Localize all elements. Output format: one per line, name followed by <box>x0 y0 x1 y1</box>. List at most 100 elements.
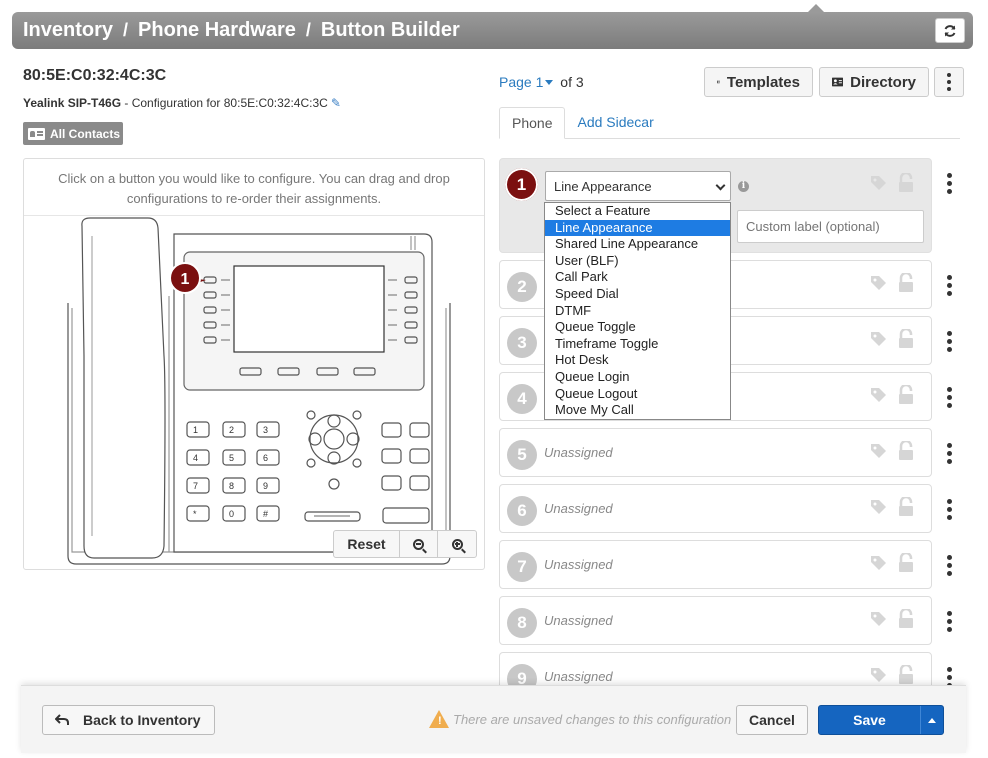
zoom-out-button[interactable] <box>400 531 438 557</box>
breadcrumb-separator: / <box>305 20 311 40</box>
keypad-key[interactable]: 5 <box>229 453 234 463</box>
page-selector[interactable]: Page 1 <box>499 74 556 90</box>
tag-icon[interactable] <box>870 611 887 628</box>
action-footer: Back to Inventory ! There are unsaved ch… <box>21 685 966 753</box>
keypad-key[interactable]: 4 <box>193 453 198 463</box>
keypad-key[interactable]: 6 <box>263 453 268 463</box>
feature-option[interactable]: Move My Call <box>545 402 730 419</box>
kebab-icon <box>947 73 951 91</box>
cancel-button[interactable]: Cancel <box>736 705 808 735</box>
directory-label: Directory <box>850 73 916 91</box>
keypad-key[interactable]: 0 <box>229 509 234 519</box>
tab-phone[interactable]: Phone <box>499 107 566 139</box>
feature-option[interactable]: Speed Dial <box>545 286 730 303</box>
templates-button[interactable]: Templates <box>704 67 813 97</box>
slot-kebab-icon[interactable] <box>947 667 952 685</box>
slot-row[interactable]: 5 Unassigned <box>499 428 952 477</box>
save-options-button[interactable] <box>921 706 943 734</box>
tag-icon[interactable] <box>870 667 887 684</box>
slot-number-badge: 2 <box>507 272 537 302</box>
slot-kebab-icon[interactable] <box>947 499 952 520</box>
unlock-icon[interactable] <box>898 441 914 461</box>
tag-icon[interactable] <box>870 555 887 572</box>
keypad-key[interactable]: 3 <box>263 425 268 435</box>
back-arrow-icon <box>55 714 69 725</box>
slot-row[interactable]: 8 Unassigned <box>499 596 952 645</box>
custom-label-input[interactable] <box>737 210 924 243</box>
unlock-icon[interactable] <box>898 609 914 629</box>
tag-icon[interactable] <box>870 331 887 348</box>
keypad-key[interactable]: 1 <box>193 425 198 435</box>
refresh-button[interactable] <box>935 18 965 43</box>
slot-number-badge: 5 <box>507 440 537 470</box>
slot-status: Unassigned <box>544 669 613 684</box>
feature-dropdown-list: Select a Feature Line Appearance Shared … <box>544 202 731 420</box>
slot-kebab-icon[interactable] <box>947 275 952 296</box>
chevron-down-icon <box>715 180 726 191</box>
phone-instructions: Click on a button you would like to conf… <box>24 159 484 216</box>
keypad-key[interactable]: 9 <box>263 481 268 491</box>
feature-option[interactable]: Queue Login <box>545 369 730 386</box>
keypad-key[interactable]: * <box>193 509 197 519</box>
feature-option[interactable]: Queue Logout <box>545 386 730 403</box>
zoom-in-button[interactable] <box>438 531 476 557</box>
slot-number-badge: 9 <box>507 664 537 685</box>
templates-label: Templates <box>726 73 800 91</box>
slot-number-badge: 8 <box>507 608 537 638</box>
keypad-key[interactable]: 7 <box>193 481 198 491</box>
slot-kebab-icon[interactable] <box>947 443 952 464</box>
phone-preview-panel: Click on a button you would like to conf… <box>23 158 485 570</box>
unlock-icon[interactable] <box>898 665 914 685</box>
tab-bar: Phone Add Sidecar <box>499 107 960 139</box>
keypad-key[interactable]: 8 <box>229 481 234 491</box>
unlock-icon[interactable] <box>898 173 914 193</box>
unlock-icon[interactable] <box>898 553 914 573</box>
feature-option[interactable]: Queue Toggle <box>545 319 730 336</box>
feature-option[interactable]: Select a Feature <box>545 203 730 220</box>
device-model-line: Yealink SIP-T46G - Configuration for 80:… <box>23 96 341 110</box>
breadcrumb-inventory[interactable]: Inventory <box>23 19 113 42</box>
more-options-button[interactable] <box>934 67 964 97</box>
tag-icon[interactable] <box>870 175 887 192</box>
feature-option[interactable]: Call Park <box>545 269 730 286</box>
unlock-icon[interactable] <box>898 329 914 349</box>
info-icon[interactable]: i <box>738 181 749 192</box>
tag-icon[interactable] <box>870 387 887 404</box>
feature-option[interactable]: User (BLF) <box>545 253 730 270</box>
slot-row[interactable]: 7 Unassigned <box>499 540 952 589</box>
unlock-icon[interactable] <box>898 385 914 405</box>
feature-option[interactable]: Shared Line Appearance <box>545 236 730 253</box>
slot-kebab-icon[interactable] <box>947 331 952 352</box>
breadcrumb-button-builder: Button Builder <box>320 19 460 41</box>
slot-kebab-icon[interactable] <box>947 611 952 632</box>
breadcrumb-phone-hardware[interactable]: Phone Hardware <box>138 19 296 42</box>
device-config-text: - Configuration for 80:5E:C0:32:4C:3C <box>121 96 328 110</box>
feature-select[interactable]: Line Appearance <box>545 171 731 201</box>
slot-row[interactable]: 9 Unassigned <box>499 652 952 685</box>
unlock-icon[interactable] <box>898 497 914 517</box>
slot-kebab-icon[interactable] <box>947 173 952 194</box>
directory-button[interactable]: Directory <box>819 67 929 97</box>
feature-option[interactable]: Timeframe Toggle <box>545 336 730 353</box>
all-contacts-button[interactable]: All Contacts <box>23 122 123 145</box>
slot-kebab-icon[interactable] <box>947 387 952 408</box>
tag-icon[interactable] <box>870 499 887 516</box>
feature-option-selected[interactable]: Line Appearance <box>545 219 730 237</box>
back-to-inventory-button[interactable]: Back to Inventory <box>42 705 215 735</box>
feature-option[interactable]: DTMF <box>545 303 730 320</box>
contact-card-icon <box>832 77 844 87</box>
reset-button[interactable]: Reset <box>334 531 400 557</box>
pencil-icon[interactable]: ✎ <box>331 96 341 110</box>
slot-row[interactable]: 6 Unassigned <box>499 484 952 533</box>
feature-option[interactable]: Hot Desk <box>545 352 730 369</box>
tag-icon[interactable] <box>870 275 887 292</box>
keypad-key[interactable]: 2 <box>229 425 234 435</box>
device-model: Yealink SIP-T46G <box>23 96 122 110</box>
slot-kebab-icon[interactable] <box>947 555 952 576</box>
unlock-icon[interactable] <box>898 273 914 293</box>
keypad-key[interactable]: # <box>263 509 268 519</box>
tab-add-sidecar[interactable]: Add Sidecar <box>565 107 665 139</box>
zoom-out-icon <box>413 538 424 550</box>
save-button[interactable]: Save <box>819 706 921 734</box>
tag-icon[interactable] <box>870 443 887 460</box>
